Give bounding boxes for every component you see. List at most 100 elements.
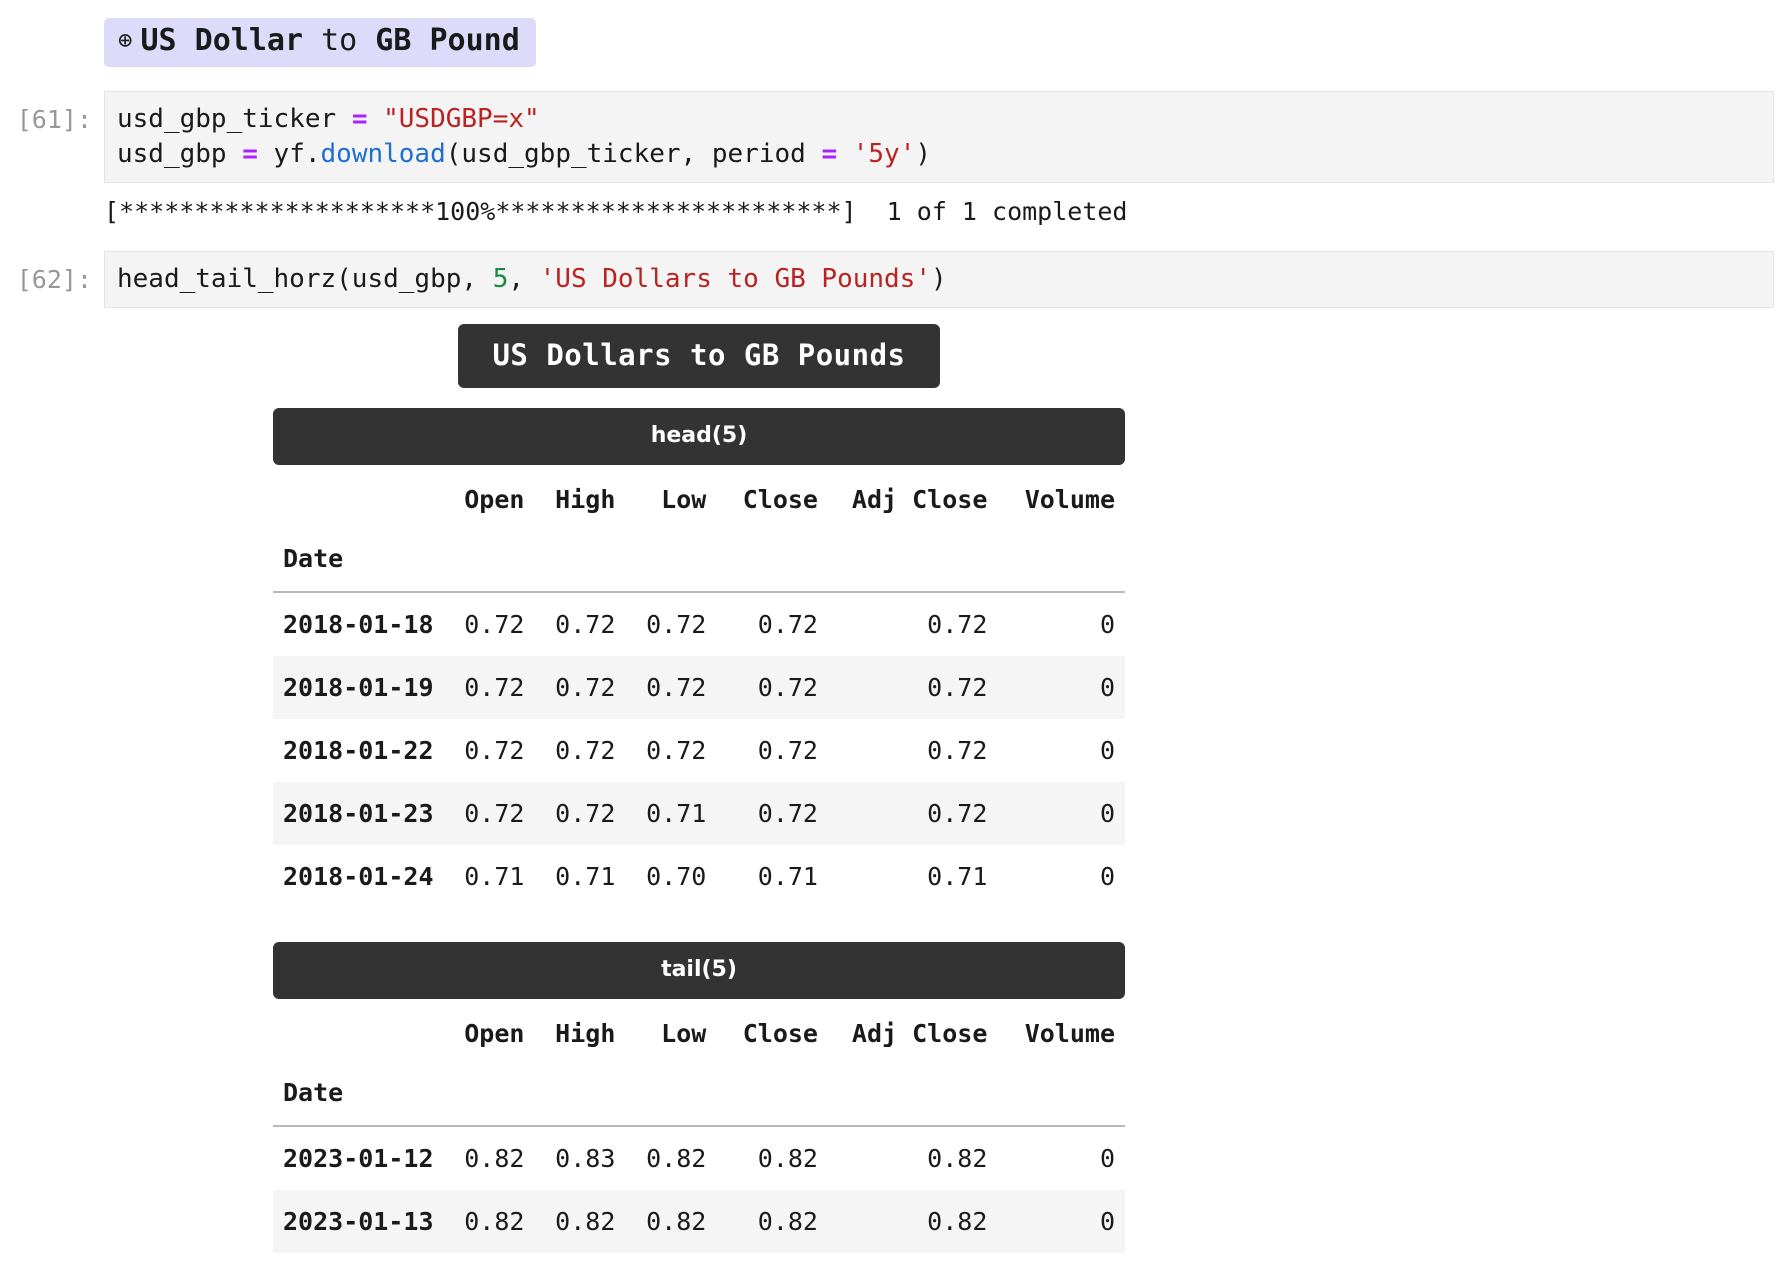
index-row-spacer <box>534 1059 626 1127</box>
index-name-head: Date <box>273 525 444 593</box>
table-row: 2018-01-19 0.72 0.72 0.72 0.72 0.72 0 <box>273 655 1125 719</box>
table-tail-body: 2023-01-12 0.82 0.83 0.82 0.82 0.82 0 20… <box>273 1126 1125 1270</box>
table-head: Open High Low Close Adj Close Volume Dat… <box>273 471 1125 908</box>
column-header-row: Open High Low Close Adj Close Volume <box>273 1005 1125 1060</box>
code-input-61[interactable]: usd_gbp_ticker = "USDGBP=x" usd_gbp = yf… <box>104 90 1774 183</box>
cell-low: 0.70 <box>646 861 707 891</box>
dataframe-section-tail: tail(5) Open High Low Close Adj Close Vo… <box>273 941 1125 1270</box>
cell-adj-close: 0.72 <box>927 735 988 765</box>
section-label-head: head(5) <box>273 407 1125 465</box>
index-name-row: Date <box>273 525 1125 593</box>
dataframe-output: US Dollars to GB Pounds head(5) Open Hig… <box>0 308 1776 1270</box>
index-row-spacer <box>716 525 828 593</box>
table-tail-header: Open High Low Close Adj Close Volume Dat… <box>273 1005 1125 1127</box>
cell-high: 0.72 <box>534 655 626 719</box>
cell-close: 0.82 <box>757 1143 818 1173</box>
table-row: 2023-01-13 0.82 0.82 0.82 0.82 0.82 0 <box>273 1189 1125 1253</box>
code-token: ) <box>915 138 932 169</box>
code-token: "USDGBP=x" <box>383 103 540 134</box>
index-name-row: Date <box>273 1059 1125 1127</box>
cell-high: 0.82 <box>534 1189 626 1253</box>
table-row: 2018-01-22 0.72 0.72 0.72 0.72 0.72 0 <box>273 719 1125 782</box>
cell-close: 0.72 <box>716 655 828 719</box>
cell-high: 0.72 <box>555 735 616 765</box>
code-input-62[interactable]: head_tail_horz(usd_gbp, 5, 'US Dollars t… <box>104 250 1774 308</box>
cell-open: 0.82 <box>443 1189 535 1253</box>
code-token: = <box>242 138 258 169</box>
cell-adj-close: 0.82 <box>828 1253 997 1270</box>
cell-volume: 0 <box>997 655 1125 719</box>
cell-close: 0.72 <box>757 735 818 765</box>
table-row: 2018-01-18 0.72 0.72 0.72 0.72 0.72 0 <box>273 592 1125 656</box>
code-token: 'US Dollars to GB Pounds' <box>539 263 931 294</box>
code-token: , <box>508 263 540 294</box>
cell-prompt-61: [61]: <box>16 104 92 134</box>
code-token: 5 <box>492 263 509 294</box>
index-row-spacer <box>625 525 717 593</box>
cell-low: 0.82 <box>646 1143 707 1173</box>
table-head-header: Open High Low Close Adj Close Volume Dat… <box>273 471 1125 593</box>
page-title-bold-1: US Dollar <box>140 23 304 58</box>
index-row-spacer <box>997 1059 1125 1127</box>
table-head-body: 2018-01-18 0.72 0.72 0.72 0.72 0.72 0 20… <box>273 592 1125 908</box>
column-header-adj-close: Adj Close <box>851 1018 988 1048</box>
dataframe-section-head: head(5) Open High Low Close Adj Close Vo… <box>273 407 1125 908</box>
row-date: 2018-01-22 <box>283 735 434 765</box>
code-cell-62[interactable]: [62]: head_tail_horz(usd_gbp, 5, 'US Dol… <box>0 250 1776 308</box>
cell-close: 0.71 <box>757 861 818 891</box>
page-title-bold-2: GB Pound <box>375 23 520 58</box>
cell-open: 0.82 <box>464 1143 525 1173</box>
cell-low: 0.72 <box>646 735 707 765</box>
column-header-row: Open High Low Close Adj Close Volume <box>273 471 1125 526</box>
code-cell-61[interactable]: [61]: usd_gbp_ticker = "USDGBP=x" usd_gb… <box>0 90 1776 183</box>
column-header-open: Open <box>464 484 525 514</box>
cell-close: 0.82 <box>716 1189 828 1253</box>
code-line: head_tail_horz(usd_gbp, 5, 'US Dollars t… <box>117 262 1773 297</box>
cell-high: 0.72 <box>555 609 616 639</box>
cell-adj-close: 0.71 <box>927 861 988 891</box>
column-header-volume: Volume <box>1024 1018 1115 1048</box>
code-token: '5y' <box>852 138 916 169</box>
section-label-tail: tail(5) <box>273 941 1125 999</box>
code-token: ) <box>931 263 947 294</box>
cell-volume: 0 <box>1099 609 1115 639</box>
cell-volume: 0 <box>1099 735 1115 765</box>
cell-open: 0.72 <box>443 781 535 845</box>
index-row-spacer <box>443 1059 535 1127</box>
column-header-open: Open <box>464 1018 525 1048</box>
cell-open: 0.72 <box>464 735 525 765</box>
index-row-spacer <box>997 525 1125 593</box>
column-header-adj-close: Adj Close <box>851 484 988 514</box>
code-token: head_tail_horz(usd_gbp, <box>117 263 493 294</box>
cell-low: 0.72 <box>646 609 707 639</box>
index-row-spacer <box>625 1059 717 1127</box>
cell-high: 0.83 <box>555 1143 616 1173</box>
column-header-low: Low <box>661 484 707 514</box>
cell-close: 0.72 <box>716 781 828 845</box>
index-name-tail: Date <box>273 1059 444 1127</box>
cell-close: 0.82 <box>716 1253 828 1270</box>
anchor-link-icon[interactable]: ⊕ <box>118 26 132 54</box>
cell-adj-close: 0.82 <box>827 1189 998 1253</box>
table-row: 2023-01-16 0.82 0.82 0.81 0.82 0.82 0 <box>273 1253 1125 1270</box>
code-token: = <box>351 103 368 134</box>
cell-low: 0.82 <box>625 1189 717 1253</box>
cell-low: 0.71 <box>625 781 717 845</box>
cell-adj-close: 0.72 <box>927 609 988 639</box>
index-header-spacer <box>273 471 444 526</box>
code-token: download <box>320 138 446 169</box>
cell-adj-close: 0.72 <box>827 655 998 719</box>
table-row: 2018-01-24 0.71 0.71 0.70 0.71 0.71 0 <box>273 845 1125 908</box>
row-date: 2018-01-24 <box>283 861 434 891</box>
row-date: 2023-01-12 <box>283 1143 434 1173</box>
column-header-low: Low <box>661 1018 707 1048</box>
cell-volume: 0 <box>997 1253 1125 1270</box>
column-header-close: Close <box>742 484 818 514</box>
row-date: 2018-01-19 <box>273 655 444 719</box>
cell-low: 0.72 <box>625 655 717 719</box>
code-line: usd_gbp = yf.download(usd_gbp_ticker, pe… <box>117 137 1773 172</box>
table-row: 2023-01-12 0.82 0.83 0.82 0.82 0.82 0 <box>273 1126 1125 1190</box>
cell-adj-close: 0.82 <box>927 1143 988 1173</box>
table-row: 2018-01-23 0.72 0.72 0.71 0.72 0.72 0 <box>273 781 1125 845</box>
